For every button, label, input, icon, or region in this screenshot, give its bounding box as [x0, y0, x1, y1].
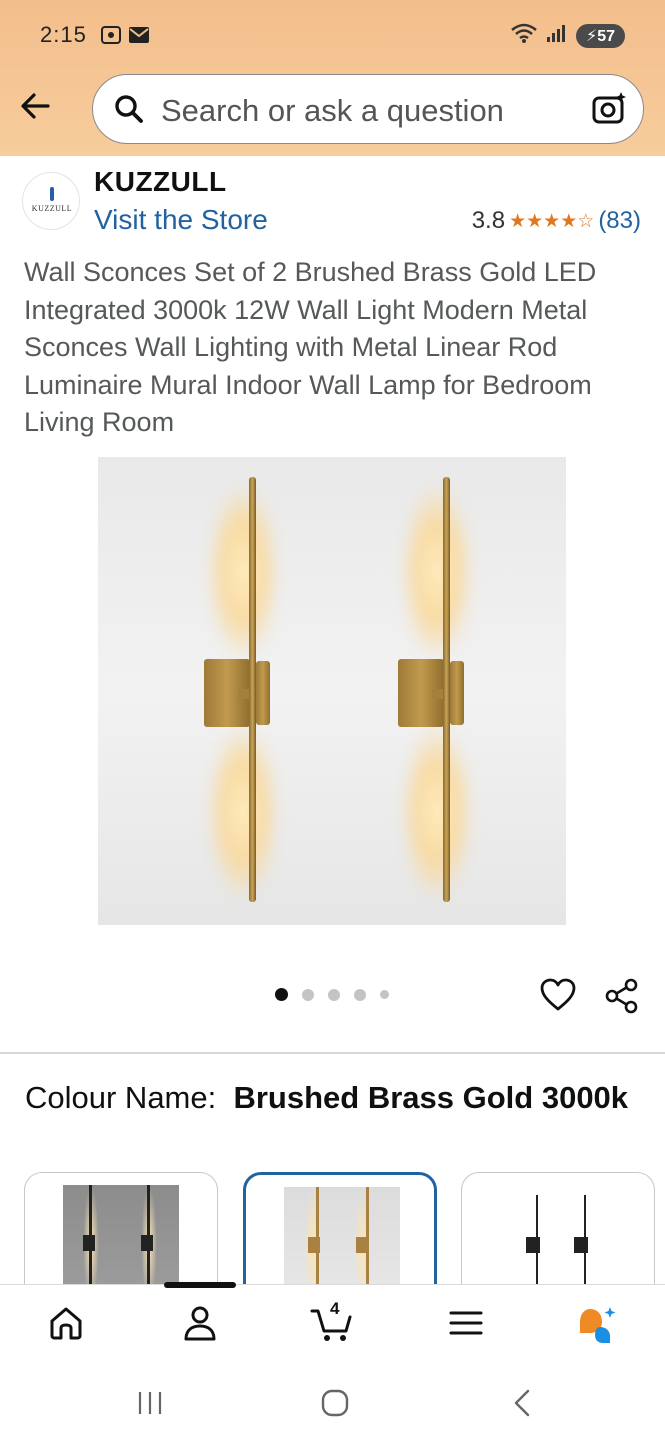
status-bar: 2:15 ⚡57 — [0, 18, 665, 54]
search-input[interactable]: Search or ask a question — [161, 93, 504, 129]
system-nav-bar — [0, 1366, 665, 1440]
logo-mark-icon — [50, 187, 54, 201]
share-icon — [605, 978, 638, 1014]
nav-active-indicator — [164, 1282, 236, 1288]
product-image[interactable] — [98, 457, 566, 925]
nav-rufus[interactable] — [576, 1303, 620, 1347]
cart-count: 4 — [330, 1299, 340, 1318]
nav-menu[interactable] — [446, 1303, 490, 1347]
brand-logo[interactable]: KUZZULL — [22, 172, 80, 230]
rating-value: 3.8 — [471, 207, 506, 234]
star-icon: ★ — [543, 210, 561, 232]
bottom-nav: 4 — [0, 1282, 665, 1366]
home-icon — [50, 1307, 82, 1340]
rating-count[interactable]: (83) — [598, 207, 641, 235]
account-icon — [184, 1306, 216, 1341]
light-glow — [402, 727, 472, 897]
camera-search-icon[interactable] — [591, 91, 627, 132]
search-bar[interactable]: Search or ask a question — [92, 74, 644, 144]
status-time: 2:15 — [40, 22, 87, 47]
back-button[interactable] — [18, 88, 54, 124]
screenshot-icon — [100, 24, 122, 51]
colour-swatch[interactable] — [461, 1172, 655, 1302]
colour-value: Brushed Brass Gold 3000k — [233, 1080, 629, 1115]
battery-indicator: ⚡57 — [575, 23, 625, 48]
pager-dot[interactable] — [354, 988, 366, 1001]
system-back-button[interactable] — [508, 1388, 536, 1423]
light-glow — [208, 487, 278, 657]
nav-cart[interactable]: 4 — [310, 1299, 354, 1347]
recent-apps-button[interactable] — [136, 1388, 164, 1423]
rating-stars: ★ ★ ★ ★ ☆ — [509, 212, 594, 231]
home-circle-icon — [321, 1389, 349, 1417]
light-glow — [208, 727, 278, 897]
wishlist-button[interactable] — [540, 978, 576, 1017]
star-icon: ★ — [509, 210, 527, 232]
wifi-icon — [510, 22, 538, 49]
product-title: Wall Sconces Set of 2 Brushed Brass Gold… — [24, 257, 597, 437]
mail-icon — [128, 26, 150, 49]
back-arrow-icon — [21, 93, 50, 119]
section-divider — [0, 1052, 665, 1054]
colour-label: Colour Name: — [25, 1080, 217, 1115]
star-icon: ★ — [526, 210, 544, 232]
rufus-assistant-icon — [580, 1307, 616, 1343]
brand-name: KUZZULL — [94, 166, 227, 197]
star-outline-icon: ☆ — [577, 210, 595, 232]
image-pager[interactable] — [275, 988, 389, 1001]
colour-selection: Colour Name: Brushed Brass Gold 3000k — [25, 1077, 645, 1119]
nav-home[interactable] — [46, 1303, 90, 1347]
recent-apps-icon — [138, 1392, 162, 1414]
light-rod — [249, 477, 256, 902]
rod-bracket — [256, 661, 270, 725]
menu-icon — [449, 1311, 483, 1335]
app-header: 2:15 ⚡57 Search or ask a question — [0, 0, 665, 156]
light-rod — [443, 477, 450, 902]
light-glow — [402, 487, 472, 657]
visit-store-link[interactable]: Visit the Store — [94, 204, 268, 236]
rod-bracket — [450, 661, 464, 725]
home-system-button[interactable] — [320, 1388, 350, 1423]
status-right: ⚡57 — [510, 22, 625, 49]
battery-level: 57 — [597, 27, 615, 45]
pager-dot[interactable] — [380, 990, 389, 999]
colour-swatch-selected[interactable] — [243, 1172, 437, 1302]
pager-dot[interactable] — [302, 988, 314, 1001]
product-rating[interactable]: 3.8 ★ ★ ★ ★ ☆ (83) — [472, 207, 641, 235]
nav-account[interactable] — [180, 1303, 224, 1347]
search-icon — [113, 93, 145, 130]
share-button[interactable] — [604, 978, 640, 1019]
heart-icon — [540, 978, 576, 1011]
star-icon: ★ — [560, 210, 578, 232]
pager-dot-active[interactable] — [275, 988, 288, 1001]
signal-icon — [546, 23, 568, 48]
pager-dot[interactable] — [328, 988, 340, 1001]
brand-logo-text: KUZZULL — [31, 204, 73, 213]
chevron-left-icon — [514, 1389, 530, 1417]
